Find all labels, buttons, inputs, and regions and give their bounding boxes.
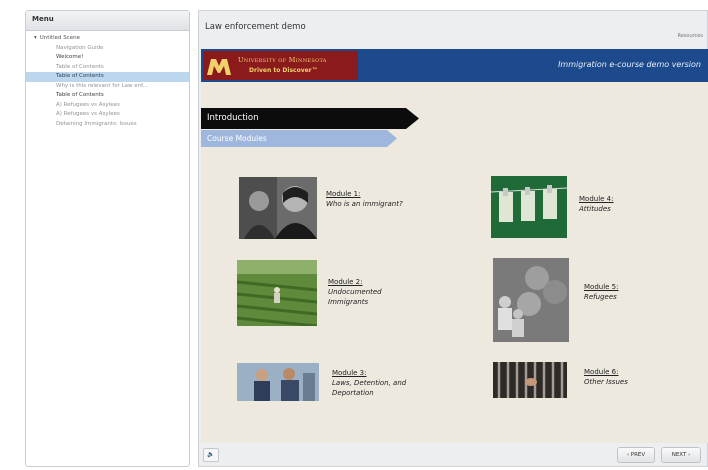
module-5-link[interactable]: Module 5: Refugees bbox=[493, 258, 663, 344]
menu-item-welcome[interactable]: Welcome! bbox=[26, 53, 189, 63]
page-title: Law enforcement demo bbox=[205, 22, 306, 32]
menu-item-detaining-immigrants[interactable]: Detaining Immigrants: Issues bbox=[26, 120, 189, 130]
module-4-photo bbox=[491, 176, 567, 238]
module-6-number: Module 6: bbox=[584, 368, 619, 376]
module-2-number: Module 2: bbox=[328, 278, 363, 286]
next-button[interactable]: NEXT › bbox=[661, 447, 701, 463]
slide-area: University of Minnesota Driven to Discov… bbox=[201, 49, 708, 443]
menu-item-table-of-contents-selected[interactable]: Table of Contents bbox=[26, 72, 189, 82]
tab-course-modules-label: Course Modules bbox=[207, 134, 267, 143]
module-3-photo bbox=[237, 363, 319, 401]
module-1-number: Module 1: bbox=[326, 190, 361, 198]
module-3-link[interactable]: Module 3: Laws, Detention, and Deportati… bbox=[237, 360, 437, 432]
university-logo-block: University of Minnesota Driven to Discov… bbox=[203, 51, 358, 80]
university-tagline: Driven to Discover™ bbox=[249, 67, 318, 74]
module-1-title: Who is an immigrant? bbox=[326, 200, 403, 208]
menu-item-refugees-asylees-1[interactable]: A) Refugees vs Asylees bbox=[26, 101, 189, 111]
menu-item-refugees-asylees-2[interactable]: A) Refugees vs Asylees bbox=[26, 110, 189, 120]
module-6-title: Other Issues bbox=[584, 378, 628, 386]
course-player: Law enforcement demo Resources Universit… bbox=[198, 10, 708, 467]
module-1-label: Module 1: Who is an immigrant? bbox=[326, 189, 418, 209]
player-title-bar: Law enforcement demo Resources bbox=[199, 11, 707, 41]
menu-title: Menu bbox=[26, 11, 189, 31]
menu-item-table-of-contents-3[interactable]: Table of Contents bbox=[26, 91, 189, 101]
menu-item-navigation-guide[interactable]: Navigation Guide bbox=[26, 44, 189, 54]
course-title: Immigration e-course demo version bbox=[558, 60, 701, 69]
audio-button[interactable]: 🔈 bbox=[203, 448, 219, 462]
menu-item-untitled-scene[interactable]: Untitled Scene bbox=[26, 34, 189, 44]
module-5-title: Refugees bbox=[584, 293, 617, 301]
module-5-number: Module 5: bbox=[584, 283, 619, 291]
module-2-photo bbox=[237, 260, 317, 326]
course-banner: University of Minnesota Driven to Discov… bbox=[201, 49, 708, 82]
module-2-label: Module 2: Undocumented Immigrants bbox=[328, 277, 420, 307]
module-4-label: Module 4: Attitudes bbox=[579, 194, 671, 214]
prev-button[interactable]: ‹ PREV bbox=[617, 447, 655, 463]
module-4-link[interactable]: Module 4: Attitudes bbox=[491, 176, 661, 240]
tab-introduction-label: Introduction bbox=[207, 113, 259, 123]
module-4-number: Module 4: bbox=[579, 195, 614, 203]
module-6-link[interactable]: Module 6: Other Issues bbox=[493, 362, 663, 402]
module-1-photo bbox=[239, 177, 317, 239]
umn-m-logo-icon bbox=[207, 59, 231, 75]
module-2-link[interactable]: Module 2: Undocumented Immigrants bbox=[237, 260, 437, 328]
menu-panel: Menu Untitled Scene Navigation Guide Wel… bbox=[25, 10, 190, 467]
module-3-number: Module 3: bbox=[332, 369, 367, 377]
tab-introduction[interactable]: Introduction bbox=[201, 108, 419, 129]
module-5-photo bbox=[493, 258, 569, 342]
module-6-photo bbox=[493, 362, 567, 398]
menu-list: Untitled Scene Navigation Guide Welcome!… bbox=[26, 31, 189, 129]
menu-item-table-of-contents-1[interactable]: Table of Contents bbox=[26, 63, 189, 73]
module-3-label: Module 3: Laws, Detention, and Deportati… bbox=[332, 368, 422, 398]
module-6-label: Module 6: Other Issues bbox=[584, 367, 676, 387]
module-4-title: Attitudes bbox=[579, 205, 611, 213]
university-name: University of Minnesota bbox=[238, 56, 327, 64]
tab-course-modules[interactable]: Course Modules bbox=[201, 130, 397, 147]
module-2-title: Undocumented Immigrants bbox=[328, 288, 382, 306]
speaker-icon: 🔈 bbox=[207, 451, 215, 458]
module-1-link[interactable]: Module 1: Who is an immigrant? bbox=[239, 177, 429, 242]
menu-item-why-relevant[interactable]: Why is this relevant for Law enf... bbox=[26, 82, 189, 92]
module-3-title: Laws, Detention, and Deportation bbox=[332, 379, 407, 397]
module-5-label: Module 5: Refugees bbox=[584, 282, 676, 302]
resources-link[interactable]: Resources bbox=[677, 33, 703, 39]
